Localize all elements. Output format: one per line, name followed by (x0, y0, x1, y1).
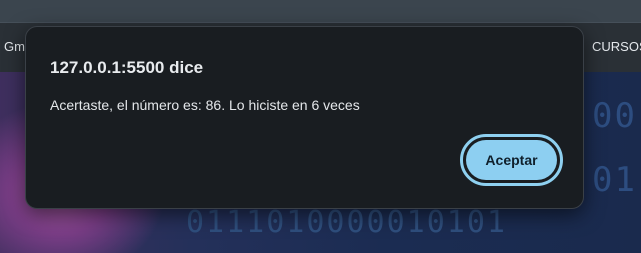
background-binary-text: 00 (592, 96, 637, 136)
bookmark-cursos[interactable]: CURSOS (592, 39, 641, 54)
accept-button-label: Aceptar (466, 140, 557, 180)
alert-dialog: 127.0.0.1:5500 dice Acertaste, el número… (25, 26, 584, 209)
background-binary-text: 01 (592, 160, 637, 200)
dialog-title: 127.0.0.1:5500 dice (50, 58, 204, 77)
accept-button[interactable]: Aceptar (460, 134, 563, 186)
dialog-message: Acertaste, el número es: 86. Lo hiciste … (50, 97, 360, 113)
browser-toolbar (0, 0, 641, 22)
background-binary-text: 0111010000010101 (186, 205, 507, 240)
bookmark-gmail[interactable]: Gm (4, 39, 25, 54)
